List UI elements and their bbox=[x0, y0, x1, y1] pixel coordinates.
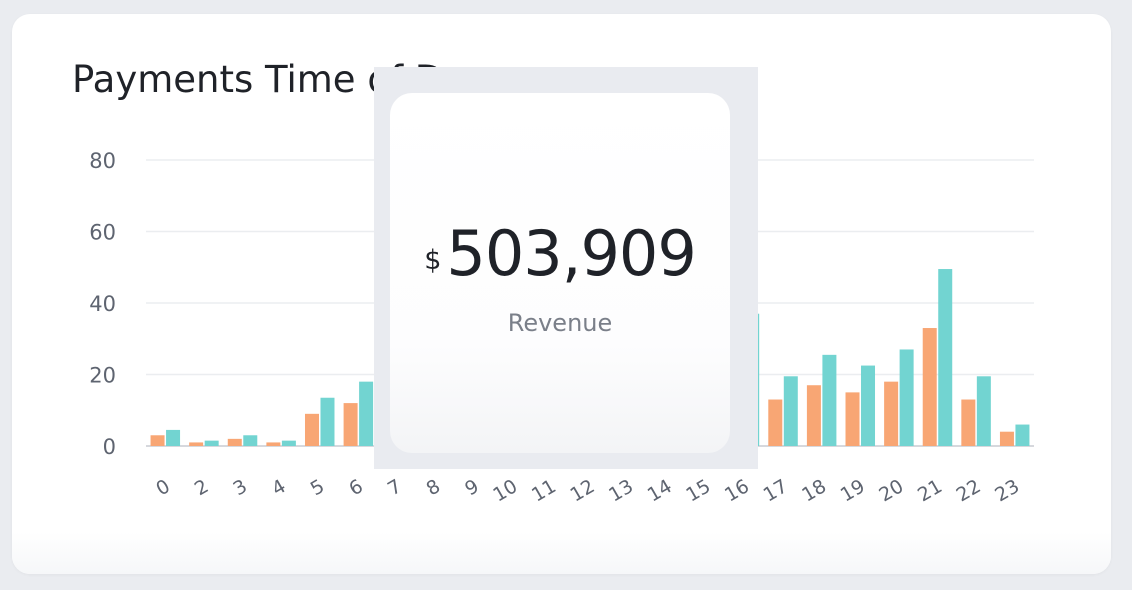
y-tick-label: 20 bbox=[89, 364, 116, 388]
bar-series-a[interactable] bbox=[999, 431, 1014, 446]
x-tick-label: 22 bbox=[953, 475, 985, 506]
x-tick-label: 13 bbox=[605, 475, 637, 506]
y-tick-label: 80 bbox=[89, 149, 116, 173]
bar-series-a[interactable] bbox=[304, 413, 319, 446]
bar-series-b[interactable] bbox=[243, 435, 258, 446]
x-tick-label: 14 bbox=[644, 475, 676, 506]
bar-series-b[interactable] bbox=[822, 354, 837, 446]
x-tick-label: 7 bbox=[384, 475, 405, 500]
bar-series-b[interactable] bbox=[938, 269, 953, 446]
x-tick-label: 8 bbox=[423, 475, 444, 500]
x-tick-label: 5 bbox=[307, 475, 328, 500]
bar-series-a[interactable] bbox=[189, 442, 204, 446]
x-tick-label: 20 bbox=[875, 475, 907, 506]
bar-series-a[interactable] bbox=[884, 381, 899, 446]
bar-series-b[interactable] bbox=[359, 381, 374, 446]
bar-series-a[interactable] bbox=[266, 442, 281, 446]
y-tick-label: 0 bbox=[103, 435, 116, 459]
bar-series-a[interactable] bbox=[768, 399, 783, 446]
bar-series-b[interactable] bbox=[861, 365, 876, 446]
bar-series-a[interactable] bbox=[922, 328, 937, 446]
revenue-stat: $503,909 bbox=[390, 217, 730, 290]
x-tick-label: 11 bbox=[528, 475, 560, 506]
revenue-value: 503,909 bbox=[446, 217, 696, 290]
bar-series-a[interactable] bbox=[961, 399, 976, 446]
x-tick-label: 23 bbox=[991, 475, 1023, 506]
x-tick-label: 10 bbox=[489, 475, 521, 506]
bar-series-b[interactable] bbox=[1015, 424, 1030, 446]
x-tick-label: 21 bbox=[914, 475, 946, 506]
revenue-card[interactable]: $503,909 Revenue bbox=[390, 93, 730, 453]
bar-series-a[interactable] bbox=[343, 403, 358, 446]
bar-series-b[interactable] bbox=[899, 349, 914, 446]
bar-series-b[interactable] bbox=[783, 376, 798, 446]
y-tick-label: 60 bbox=[89, 221, 116, 245]
x-tick-label: 16 bbox=[721, 475, 753, 506]
currency-symbol: $ bbox=[424, 245, 442, 276]
x-tick-label: 17 bbox=[760, 475, 792, 506]
x-tick-label: 9 bbox=[461, 475, 482, 500]
bar-series-a[interactable] bbox=[806, 385, 821, 446]
bar-series-b[interactable] bbox=[320, 397, 335, 446]
revenue-label: Revenue bbox=[507, 309, 613, 337]
bar-series-b[interactable] bbox=[976, 376, 991, 446]
x-tick-label: 4 bbox=[268, 475, 289, 500]
x-tick-label: 12 bbox=[567, 475, 599, 506]
bar-series-a[interactable] bbox=[845, 392, 860, 446]
x-tick-label: 18 bbox=[798, 475, 830, 506]
x-tick-label: 2 bbox=[191, 475, 212, 500]
x-tick-label: 3 bbox=[230, 475, 251, 500]
x-tick-label: 0 bbox=[152, 475, 173, 500]
bar-series-a[interactable] bbox=[150, 435, 165, 446]
bar-series-b[interactable] bbox=[281, 440, 296, 446]
bar-series-b[interactable] bbox=[204, 440, 219, 446]
x-tick-label: 19 bbox=[837, 475, 869, 506]
bar-series-b[interactable] bbox=[166, 429, 181, 446]
x-tick-label: 15 bbox=[682, 475, 714, 506]
revenue-popup-overlay: $503,909 Revenue bbox=[374, 67, 758, 469]
x-tick-label: 6 bbox=[345, 475, 366, 500]
y-tick-label: 40 bbox=[89, 292, 116, 316]
bar-series-a[interactable] bbox=[227, 438, 242, 446]
